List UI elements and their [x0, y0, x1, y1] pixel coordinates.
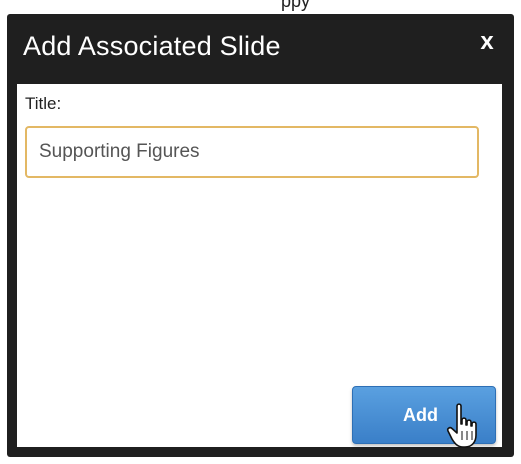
hand-pointer-icon [446, 403, 477, 448]
title-input[interactable] [25, 126, 479, 178]
dialog-content: Title: Add [17, 84, 502, 447]
close-button[interactable]: x [476, 29, 498, 55]
title-field-label: Title: [25, 94, 62, 113]
add-associated-slide-dialog: Add Associated Slide x Title: Add [7, 14, 514, 457]
add-button-label: Add [403, 405, 438, 425]
top-cutoff-area: ppy [0, 0, 521, 14]
dialog-title: Add Associated Slide [23, 31, 281, 61]
cutoff-text: ppy [281, 0, 311, 11]
dialog-titlebar: Add Associated Slide x [7, 14, 514, 80]
